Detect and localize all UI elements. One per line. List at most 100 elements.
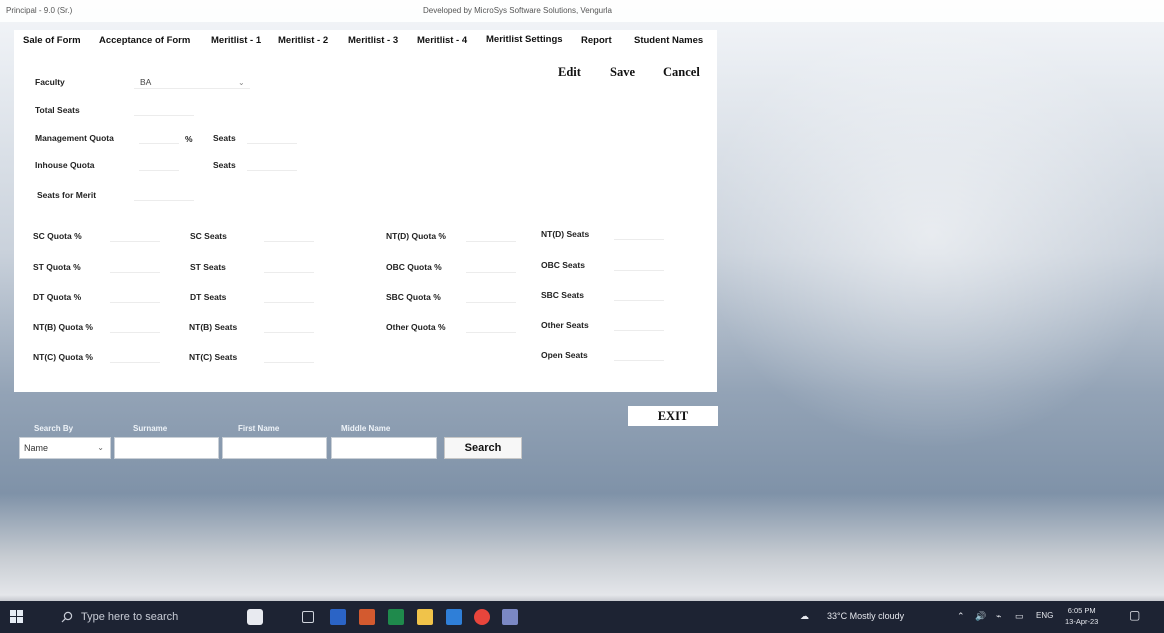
excel-icon[interactable] — [388, 609, 404, 625]
st-quota-label: ST Quota % — [33, 262, 81, 272]
store-icon[interactable] — [446, 609, 462, 625]
open-seats-field[interactable] — [614, 347, 664, 361]
tab-bar: Sale of Form Acceptance of Form Meritlis… — [14, 30, 717, 52]
taskbar: Type here to search ☁ 33°C Mostly cloudy… — [0, 601, 1164, 633]
battery-icon[interactable]: ▭ — [1015, 611, 1024, 622]
ntc-quota-label: NT(C) Quota % — [33, 352, 93, 362]
total-seats-label: Total Seats — [35, 105, 80, 115]
clock[interactable]: 6:05 PM 13-Apr-23 — [1065, 605, 1098, 627]
file-explorer-icon[interactable] — [417, 609, 433, 625]
sc-seats-field[interactable] — [264, 228, 314, 242]
total-seats-field[interactable] — [134, 102, 194, 116]
dt-seats-field[interactable] — [264, 289, 314, 303]
tab-report[interactable]: Report — [581, 35, 612, 46]
powerpoint-icon[interactable] — [359, 609, 375, 625]
save-button[interactable]: Save — [610, 65, 635, 80]
other-seats-label: Other Seats — [541, 320, 589, 330]
tab-student-names[interactable]: Student Names — [634, 35, 703, 46]
sc-quota-field[interactable] — [110, 228, 160, 242]
ntb-quota-field[interactable] — [110, 319, 160, 333]
first-name-input[interactable] — [222, 437, 327, 459]
first-name-label: First Name — [238, 424, 280, 433]
network-icon[interactable]: ⌁ — [996, 611, 1001, 622]
obc-quota-field[interactable] — [466, 259, 516, 273]
search-by-value: Name — [24, 443, 49, 453]
chevron-down-icon: ⌄ — [97, 443, 104, 452]
search-icon — [61, 611, 73, 623]
chevron-up-icon[interactable]: ⌃ — [957, 611, 965, 622]
inhouse-seats-field[interactable] — [247, 157, 297, 171]
management-seats-field[interactable] — [247, 130, 297, 144]
search-button[interactable]: Search — [444, 437, 522, 459]
middle-name-input[interactable] — [331, 437, 437, 459]
tab-acceptance-of-form[interactable]: Acceptance of Form — [99, 35, 190, 46]
ntb-seats-field[interactable] — [264, 319, 314, 333]
dt-seats-label: DT Seats — [190, 292, 227, 302]
word-icon[interactable] — [330, 609, 346, 625]
windows-start-icon[interactable] — [10, 610, 24, 624]
st-quota-field[interactable] — [110, 259, 160, 273]
st-seats-label: ST Seats — [190, 262, 226, 272]
sc-quota-label: SC Quota % — [33, 231, 82, 241]
tab-meritlist-3[interactable]: Meritlist - 3 — [348, 35, 398, 46]
tab-meritlist-4[interactable]: Meritlist - 4 — [417, 35, 467, 46]
language-indicator[interactable]: ENG — [1036, 611, 1053, 620]
ntc-seats-field[interactable] — [264, 349, 314, 363]
exit-button[interactable]: EXIT — [628, 406, 718, 426]
chrome-icon[interactable] — [474, 609, 490, 625]
st-seats-field[interactable] — [264, 259, 314, 273]
faculty-label: Faculty — [35, 77, 65, 87]
title-bar: Principal - 9.0 (Sr.) Developed by Micro… — [0, 0, 1164, 22]
faculty-value: BA — [140, 77, 152, 87]
ntb-seats-label: NT(B) Seats — [189, 322, 238, 332]
sc-seats-label: SC Seats — [190, 231, 227, 241]
bing-icon[interactable] — [247, 609, 263, 625]
weather-status[interactable]: 33°C Mostly cloudy — [827, 611, 904, 621]
dt-quota-field[interactable] — [110, 289, 160, 303]
management-quota-field[interactable] — [139, 130, 179, 144]
other-quota-field[interactable] — [466, 319, 516, 333]
seats-for-merit-field[interactable] — [134, 187, 194, 201]
open-seats-label: Open Seats — [541, 350, 588, 360]
meritlist-settings-panel: Sale of Form Acceptance of Form Meritlis… — [14, 30, 717, 392]
ntc-seats-label: NT(C) Seats — [189, 352, 238, 362]
desktop-background — [700, 20, 1164, 450]
ntd-seats-field[interactable] — [614, 226, 664, 240]
sbc-seats-field[interactable] — [614, 287, 664, 301]
surname-input[interactable] — [114, 437, 219, 459]
search-by-select[interactable]: Name ⌄ — [19, 437, 111, 459]
volume-icon[interactable]: 🔊 — [975, 611, 986, 622]
middle-name-label: Middle Name — [341, 424, 391, 433]
seats-for-merit-label: Seats for Merit — [37, 190, 97, 200]
search-by-label: Search By — [34, 424, 74, 433]
percent-sign: % — [185, 134, 193, 144]
ntd-seats-label: NT(D) Seats — [541, 229, 590, 239]
tab-meritlist-1[interactable]: Meritlist - 1 — [211, 35, 261, 46]
inhouse-quota-field[interactable] — [139, 157, 179, 171]
obc-seats-field[interactable] — [614, 257, 664, 271]
inhouse-quota-label: Inhouse Quota — [35, 160, 95, 170]
inhouse-seats-label: Seats — [213, 160, 236, 170]
task-view-icon[interactable] — [302, 611, 314, 623]
other-quota-label: Other Quota % — [386, 322, 446, 332]
app-icon[interactable] — [502, 609, 518, 625]
tab-sale-of-form[interactable]: Sale of Form — [23, 35, 81, 46]
cancel-button[interactable]: Cancel — [663, 65, 700, 80]
tab-meritlist-settings[interactable]: Meritlist Settings — [486, 34, 563, 45]
ntd-quota-field[interactable] — [466, 228, 516, 242]
dt-quota-label: DT Quota % — [33, 292, 82, 302]
ntc-quota-field[interactable] — [110, 349, 160, 363]
taskbar-search-placeholder: Type here to search — [81, 611, 179, 623]
edit-button[interactable]: Edit — [558, 65, 581, 80]
faculty-select[interactable]: BA ⌄ — [134, 75, 250, 89]
developer-credit: Developed by MicroSys Software Solutions… — [423, 6, 612, 15]
other-seats-field[interactable] — [614, 317, 664, 331]
management-quota-label: Management Quota — [35, 133, 114, 143]
clock-time: 6:05 PM — [1067, 606, 1096, 615]
obc-seats-label: OBC Seats — [541, 260, 585, 270]
tab-meritlist-2[interactable]: Meritlist - 2 — [278, 35, 328, 46]
sbc-quota-field[interactable] — [466, 289, 516, 303]
management-seats-label: Seats — [213, 133, 236, 143]
notification-icon[interactable]: ▢ — [1129, 608, 1140, 622]
sbc-quota-label: SBC Quota % — [386, 292, 441, 302]
